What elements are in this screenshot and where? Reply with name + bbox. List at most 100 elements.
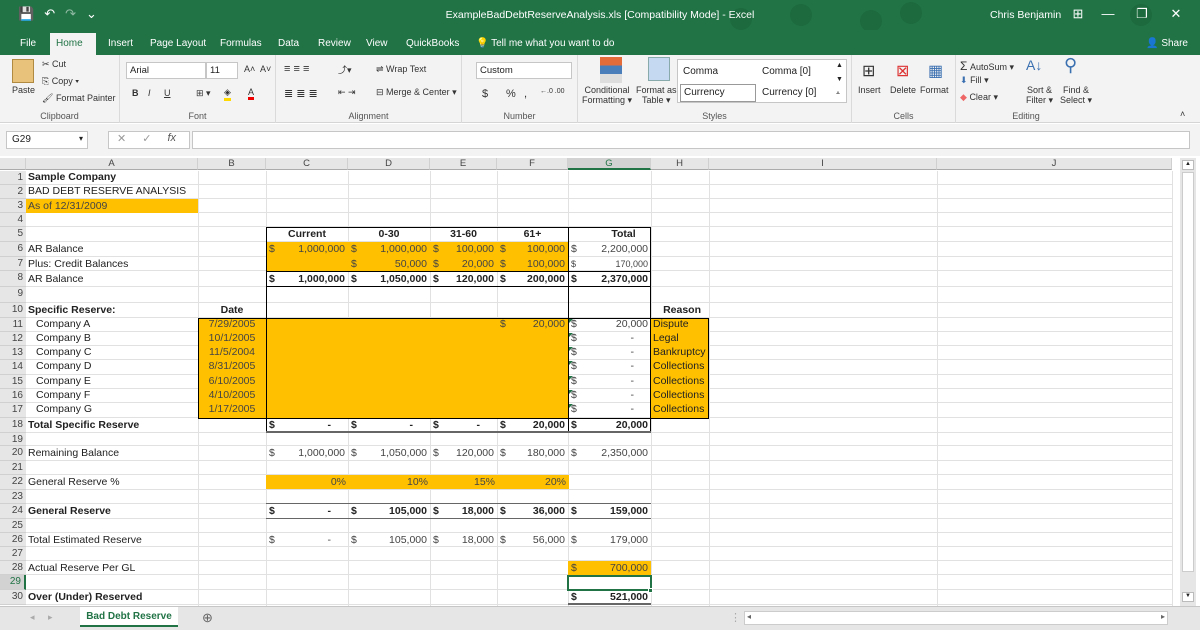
cell-f24[interactable]: $36,000	[497, 505, 568, 518]
name-box[interactable]: G29 ▾	[6, 131, 88, 149]
specific-reason[interactable]: Bankruptcy	[651, 346, 708, 359]
cell-c6[interactable]: $1,000,000	[266, 243, 348, 256]
row-header-6[interactable]: 6	[0, 242, 26, 257]
cell-c26[interactable]: $ -	[266, 534, 348, 547]
specific-g-value[interactable]: $ -	[568, 375, 651, 388]
top-align-icon[interactable]: ≡ ≡ ≡	[284, 63, 309, 75]
specific-reason[interactable]: Collections	[651, 360, 706, 373]
cell-d22[interactable]: 10%	[348, 476, 430, 489]
format-cells-button[interactable]: Format	[920, 85, 949, 95]
cell-a22[interactable]: General Reserve %	[26, 476, 122, 489]
style-comma-0[interactable]: Comma [0]	[762, 66, 811, 77]
row-header-13[interactable]: 13	[0, 346, 26, 360]
row-header-4[interactable]: 4	[0, 213, 26, 227]
tab-review[interactable]: Review	[312, 35, 357, 55]
fill-button[interactable]: ⬇ Fill ▾	[960, 75, 989, 86]
specific-g-value[interactable]: $ -	[568, 389, 651, 402]
sheet-tab-bad-debt-reserve[interactable]: Bad Debt Reserve	[80, 607, 178, 627]
split-handle[interactable]: ⋮	[730, 611, 741, 624]
font-size-select[interactable]: 11	[206, 62, 238, 79]
delete-cells-button[interactable]: Delete	[890, 85, 916, 95]
tab-view[interactable]: View	[360, 35, 394, 55]
header-61-plus[interactable]: 61+	[497, 228, 568, 241]
specific-reason[interactable]: Collections	[651, 375, 706, 388]
gallery-scroll-up-icon[interactable]: ▲	[836, 62, 843, 69]
insert-cells-icon[interactable]: ⊞	[862, 61, 875, 81]
cell-d24[interactable]: $105,000	[348, 505, 430, 518]
delete-cells-icon[interactable]: ⊠	[896, 61, 909, 81]
format-cells-icon[interactable]: ▦	[928, 61, 943, 81]
specific-g-value[interactable]: $ -	[568, 360, 651, 373]
scroll-up-icon[interactable]: ▲	[1182, 160, 1194, 170]
cancel-icon[interactable]: ✕	[117, 132, 126, 148]
grow-font-button[interactable]: A˄	[244, 64, 255, 74]
conditional-formatting-icon[interactable]	[600, 57, 622, 83]
error-indicator-icon[interactable]	[569, 404, 573, 408]
cell-g24[interactable]: $159,000	[568, 505, 651, 518]
cell-c20[interactable]: $1,000,000	[266, 447, 348, 460]
column-header-c[interactable]: C	[266, 158, 348, 170]
error-indicator-icon[interactable]	[569, 361, 573, 365]
row-header-20[interactable]: 20	[0, 446, 26, 461]
column-header-e[interactable]: E	[430, 158, 497, 170]
row-header-8[interactable]: 8	[0, 271, 26, 287]
cell-f6[interactable]: $100,000	[497, 243, 568, 256]
style-comma[interactable]: Comma	[683, 66, 718, 77]
user-name[interactable]: Chris Benjamin	[990, 9, 1061, 21]
tab-quickbooks[interactable]: QuickBooks	[400, 35, 465, 55]
cell-g20[interactable]: $2,350,000	[568, 447, 651, 460]
cell-e24[interactable]: $18,000	[430, 505, 497, 518]
cell-f18[interactable]: $20,000	[497, 419, 568, 432]
cell-e6[interactable]: $100,000	[430, 243, 497, 256]
merge-center-button[interactable]: ⊟ Merge & Center ▾	[376, 87, 457, 98]
cell-f26[interactable]: $56,000	[497, 534, 568, 547]
conditional-formatting-button[interactable]: Conditional Formatting ▾	[582, 85, 632, 106]
cell-g7[interactable]: $170,000	[568, 258, 651, 271]
column-header-h[interactable]: H	[651, 158, 709, 170]
cell-a2[interactable]: BAD DEBT RESERVE ANALYSIS	[26, 185, 188, 198]
specific-f-value[interactable]: $20,000	[497, 318, 568, 331]
orientation-icon[interactable]: ⤴▾	[338, 63, 352, 76]
specific-g-value[interactable]: $ -	[568, 403, 651, 416]
row-header-24[interactable]: 24	[0, 504, 26, 519]
format-as-table-icon[interactable]	[648, 57, 670, 81]
row-header-10[interactable]: 10	[0, 303, 26, 318]
selected-cell-g29[interactable]	[567, 575, 652, 591]
paste-button[interactable]: Paste	[12, 85, 35, 95]
specific-company-name[interactable]: Company A	[26, 318, 92, 331]
specific-date[interactable]: 1/17/2005	[198, 403, 266, 416]
comma-format-button[interactable]: ,	[524, 88, 527, 100]
cell-g30[interactable]: $521,000	[568, 591, 651, 604]
header-0-30[interactable]: 0-30	[348, 228, 430, 241]
bold-button[interactable]: B	[132, 88, 139, 98]
cell-e26[interactable]: $18,000	[430, 534, 497, 547]
left-align-icon[interactable]: ≣ ≣ ≣	[284, 87, 318, 100]
specific-reason[interactable]: Collections	[651, 403, 706, 416]
cell-f7[interactable]: $100,000	[497, 258, 568, 271]
currency-format-button[interactable]: $	[482, 88, 488, 100]
share-button[interactable]: 👤 Share	[1146, 38, 1188, 49]
column-header-b[interactable]: B	[198, 158, 266, 170]
row-header-2[interactable]: 2	[0, 185, 26, 199]
font-name-select[interactable]: Arial	[126, 62, 206, 79]
style-currency-0[interactable]: Currency [0]	[762, 87, 816, 98]
add-sheet-icon[interactable]: ⊕	[202, 610, 213, 626]
cell-a3[interactable]: As of 12/31/2009	[26, 200, 109, 213]
find-select-button[interactable]: Find & Select ▾	[1060, 85, 1092, 106]
cell-f22[interactable]: 20%	[497, 476, 568, 489]
row-header-29[interactable]: 29	[0, 575, 26, 590]
cell-e18[interactable]: $ -	[430, 419, 497, 432]
scroll-left-icon[interactable]: ◂	[747, 612, 751, 621]
specific-date[interactable]: 8/31/2005	[198, 360, 266, 373]
row-header-9[interactable]: 9	[0, 287, 26, 303]
column-header-i[interactable]: I	[709, 158, 937, 170]
number-format-select[interactable]: Custom	[476, 62, 572, 79]
gallery-scroll-down-icon[interactable]: ▼	[836, 76, 843, 83]
format-as-table-button[interactable]: Format as Table ▾	[636, 85, 677, 106]
scroll-down-icon[interactable]: ▼	[1182, 592, 1194, 602]
cell-a26[interactable]: Total Estimated Reserve	[26, 534, 144, 547]
style-currency[interactable]: Currency	[680, 84, 756, 102]
cell-d7[interactable]: $50,000	[348, 258, 430, 271]
row-header-23[interactable]: 23	[0, 490, 26, 504]
cell-g8[interactable]: $2,370,000	[568, 273, 651, 286]
